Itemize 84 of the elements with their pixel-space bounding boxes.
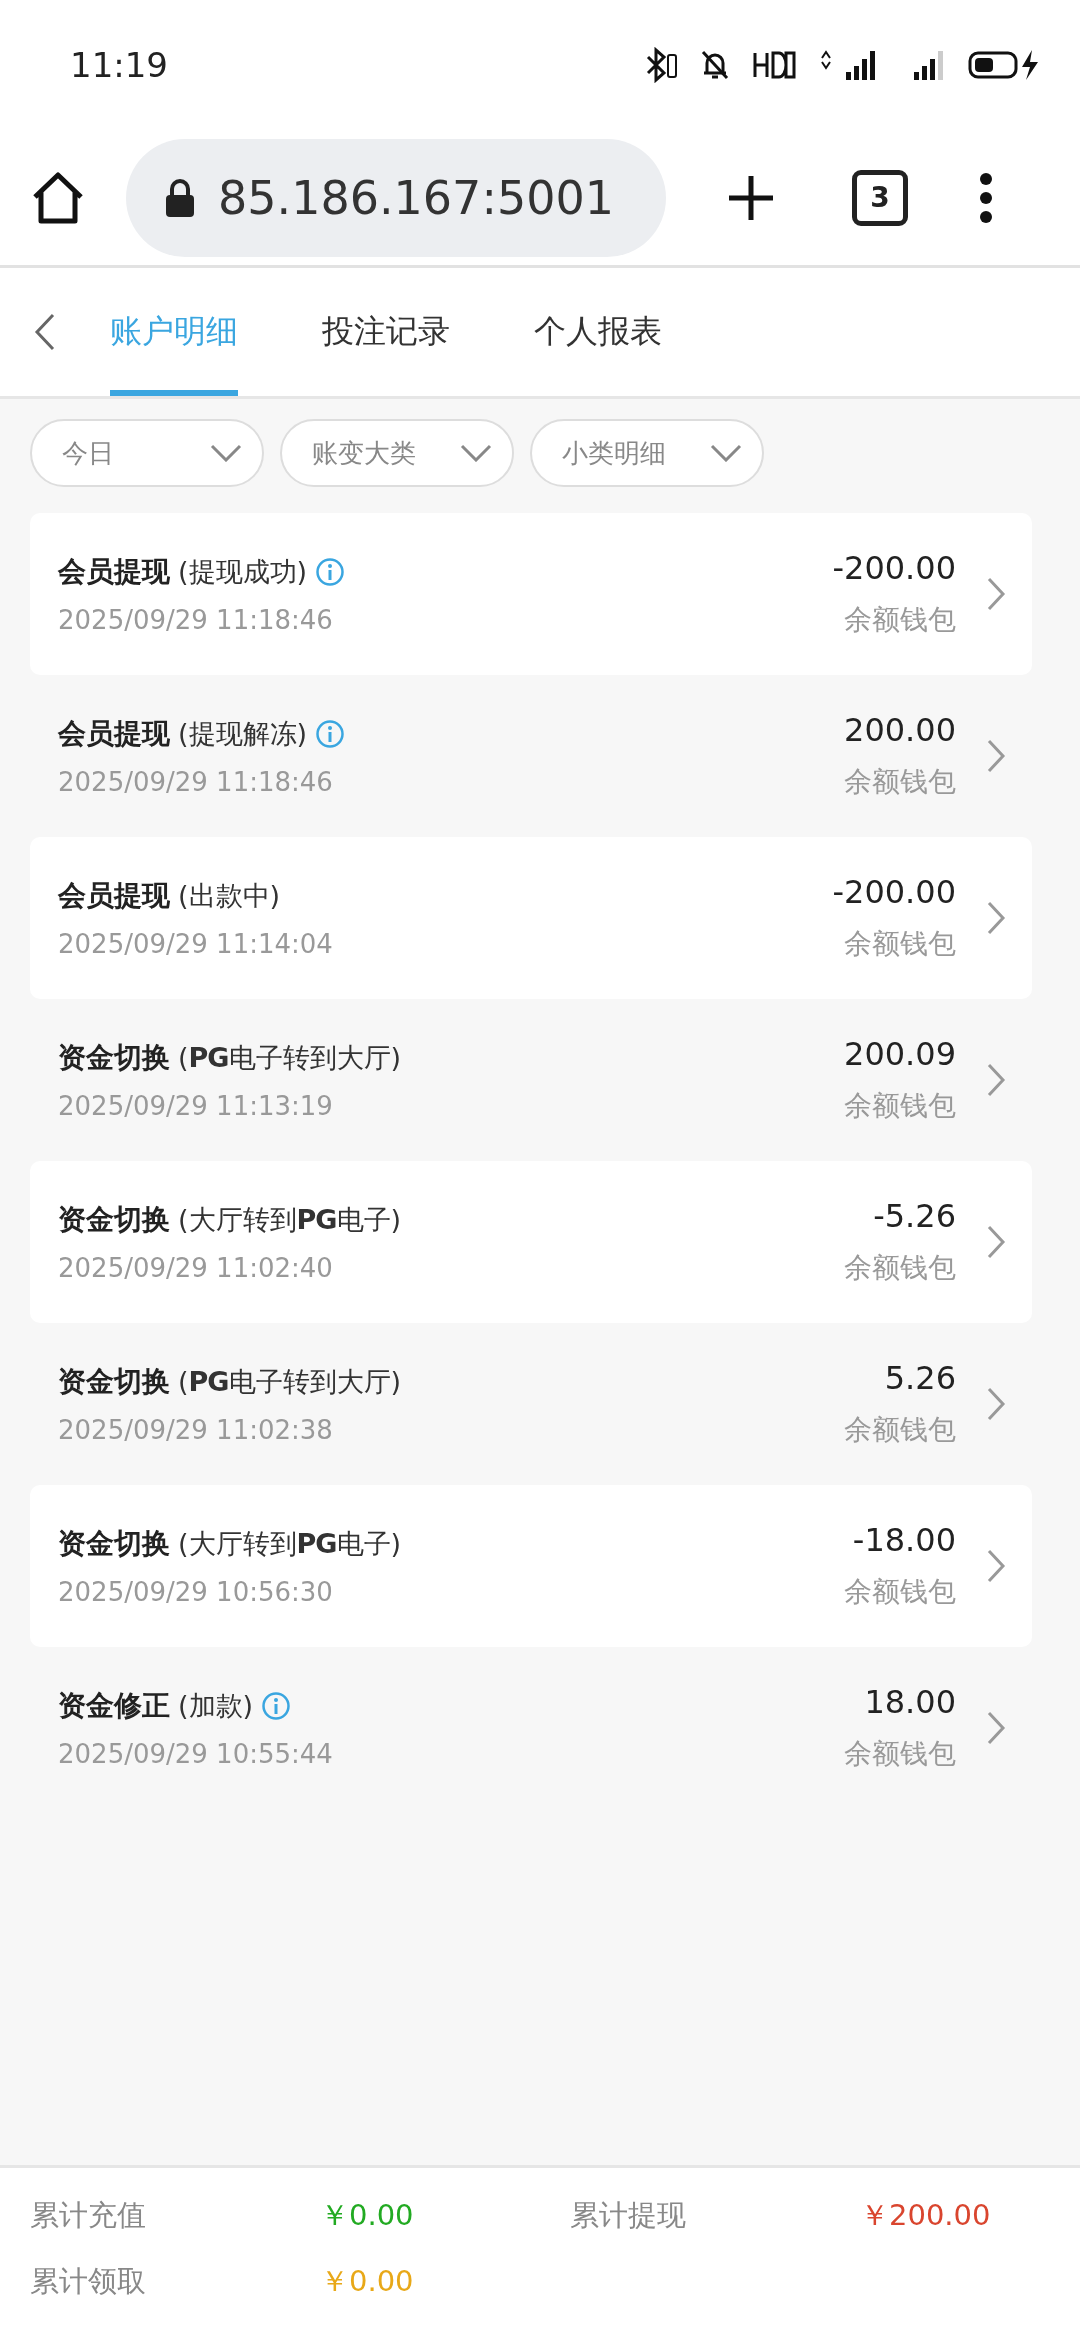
filter-dropdown[interactable]: 账变大类 [280,419,514,487]
wallet-label: 余额钱包 [844,1736,956,1772]
bluetooth-icon [644,47,678,83]
filter-dropdown[interactable]: 今日 [30,419,264,487]
chevron-right-icon [986,1386,1006,1422]
lock-icon [164,177,196,218]
record-amount: 200.00 [844,711,956,749]
record-title: 资金切换 [58,1364,170,1400]
record-time: 2025/09/29 11:18:46 [58,767,334,797]
record-time: 2025/09/29 11:18:46 [58,605,334,635]
record-amount: 5.26 [884,1359,956,1397]
dropdown-caret-icon [460,444,492,462]
info-icon[interactable] [315,719,346,749]
record-time: 2025/09/29 11:02:38 [58,1415,334,1445]
cell-signal-icon [818,48,878,82]
record-card[interactable]: 会员提现 (提现成功) 2025/09/29 11:18:46 -200.00 余额钱包 [30,513,1032,675]
record-detail: (出款中) [178,879,281,913]
record-time: 2025/09/29 11:02:40 [58,1253,334,1283]
address-bar[interactable]: 85.186.167:5001 [126,138,666,257]
record-title: 资金修正 [58,1688,170,1724]
record-title: 会员提现 [58,878,170,914]
total-value: ￥0.00 [319,2263,415,2300]
record-detail: (大厅转到PG电子) [178,1203,402,1237]
record-time: 2025/09/29 11:14:04 [58,929,334,959]
record-title: 会员提现 [58,716,170,752]
wallet-label: 余额钱包 [844,1574,956,1610]
record-time: 2025/09/29 10:55:44 [58,1739,334,1769]
record-detail: (PG电子转到大厅) [178,1041,402,1075]
total-value: ￥200.00 [859,2197,992,2234]
record-amount: -18.00 [852,1521,956,1559]
wallet-label: 余额钱包 [844,764,956,800]
record-amount: 18.00 [864,1683,956,1721]
total-label: 累计提现 [570,2197,687,2234]
record-row[interactable]: 资金修正 (加款) 2025/09/29 10:55:44 18.00 余额钱包 [30,1647,1032,1809]
record-detail: (PG电子转到大厅) [178,1365,402,1399]
record-detail: (大厅转到PG电子) [178,1527,402,1561]
filter-dropdown[interactable]: 小类明细 [530,419,764,487]
record-amount: 200.09 [844,1035,956,1073]
record-card[interactable]: 资金切换 (大厅转到PG电子) 2025/09/29 11:02:40 -5.26 余额钱包 [30,1161,1032,1323]
hd-signal-icon [752,49,796,81]
record-title: 资金切换 [58,1202,170,1238]
chevron-right-icon [986,1710,1006,1746]
total-value: ￥0.00 [319,2197,415,2234]
record-card[interactable]: 会员提现 (出款中) 2025/09/29 11:14:04 -200.00 余额钱包 [30,837,1032,999]
chevron-right-icon [986,900,1006,936]
tab-count-button[interactable]: 3 [852,169,908,226]
info-icon[interactable] [261,1691,292,1721]
chevron-right-icon [986,1062,1006,1098]
tab[interactable]: 个人报表 [534,268,662,396]
wallet-label: 余额钱包 [844,1412,956,1448]
record-row[interactable]: 资金切换 (PG电子转到大厅) 2025/09/29 11:13:19 200.09 余额钱包 [30,999,1032,1161]
record-time: 2025/09/29 10:56:30 [58,1577,334,1607]
total-label: 累计充值 [30,2197,147,2234]
chevron-right-icon [986,576,1006,612]
record-row[interactable]: 资金切换 (PG电子转到大厅) 2025/09/29 11:02:38 5.26 余额钱包 [30,1323,1032,1485]
muted-bell-icon [700,49,730,81]
wallet-label: 余额钱包 [844,602,956,638]
info-icon[interactable] [315,557,346,587]
total-label: 累计领取 [30,2263,147,2300]
record-detail: (提现解冻) [178,717,308,751]
record-amount: -5.26 [873,1197,956,1235]
chevron-right-icon [986,1224,1006,1260]
wallet-label: 余额钱包 [844,926,956,962]
wallet-label: 余额钱包 [844,1088,956,1124]
battery-charging-icon [968,48,1040,82]
record-time: 2025/09/29 11:13:19 [58,1091,334,1121]
record-detail: (加款) [178,1689,254,1723]
record-title: 会员提现 [58,554,170,590]
record-row[interactable]: 会员提现 (提现解冻) 2025/09/29 11:18:46 200.00 余额钱包 [30,675,1032,837]
dropdown-caret-icon [710,444,742,462]
tab[interactable]: 投注记录 [322,268,450,396]
wallet-label: 余额钱包 [844,1250,956,1286]
dropdown-caret-icon [210,444,242,462]
record-title: 资金切换 [58,1040,170,1076]
record-card[interactable]: 资金切换 (大厅转到PG电子) 2025/09/29 10:56:30 -18.00 余额钱包 [30,1485,1032,1647]
menu-icon[interactable] [978,171,994,224]
chevron-right-icon [986,738,1006,774]
record-amount: -200.00 [832,549,956,587]
record-title: 资金切换 [58,1526,170,1562]
record-amount: -200.00 [832,873,956,911]
back-icon[interactable] [34,312,56,352]
clock-time: 11:19 [70,45,168,85]
chevron-right-icon [986,1548,1006,1584]
record-detail: (提现成功) [178,555,308,589]
